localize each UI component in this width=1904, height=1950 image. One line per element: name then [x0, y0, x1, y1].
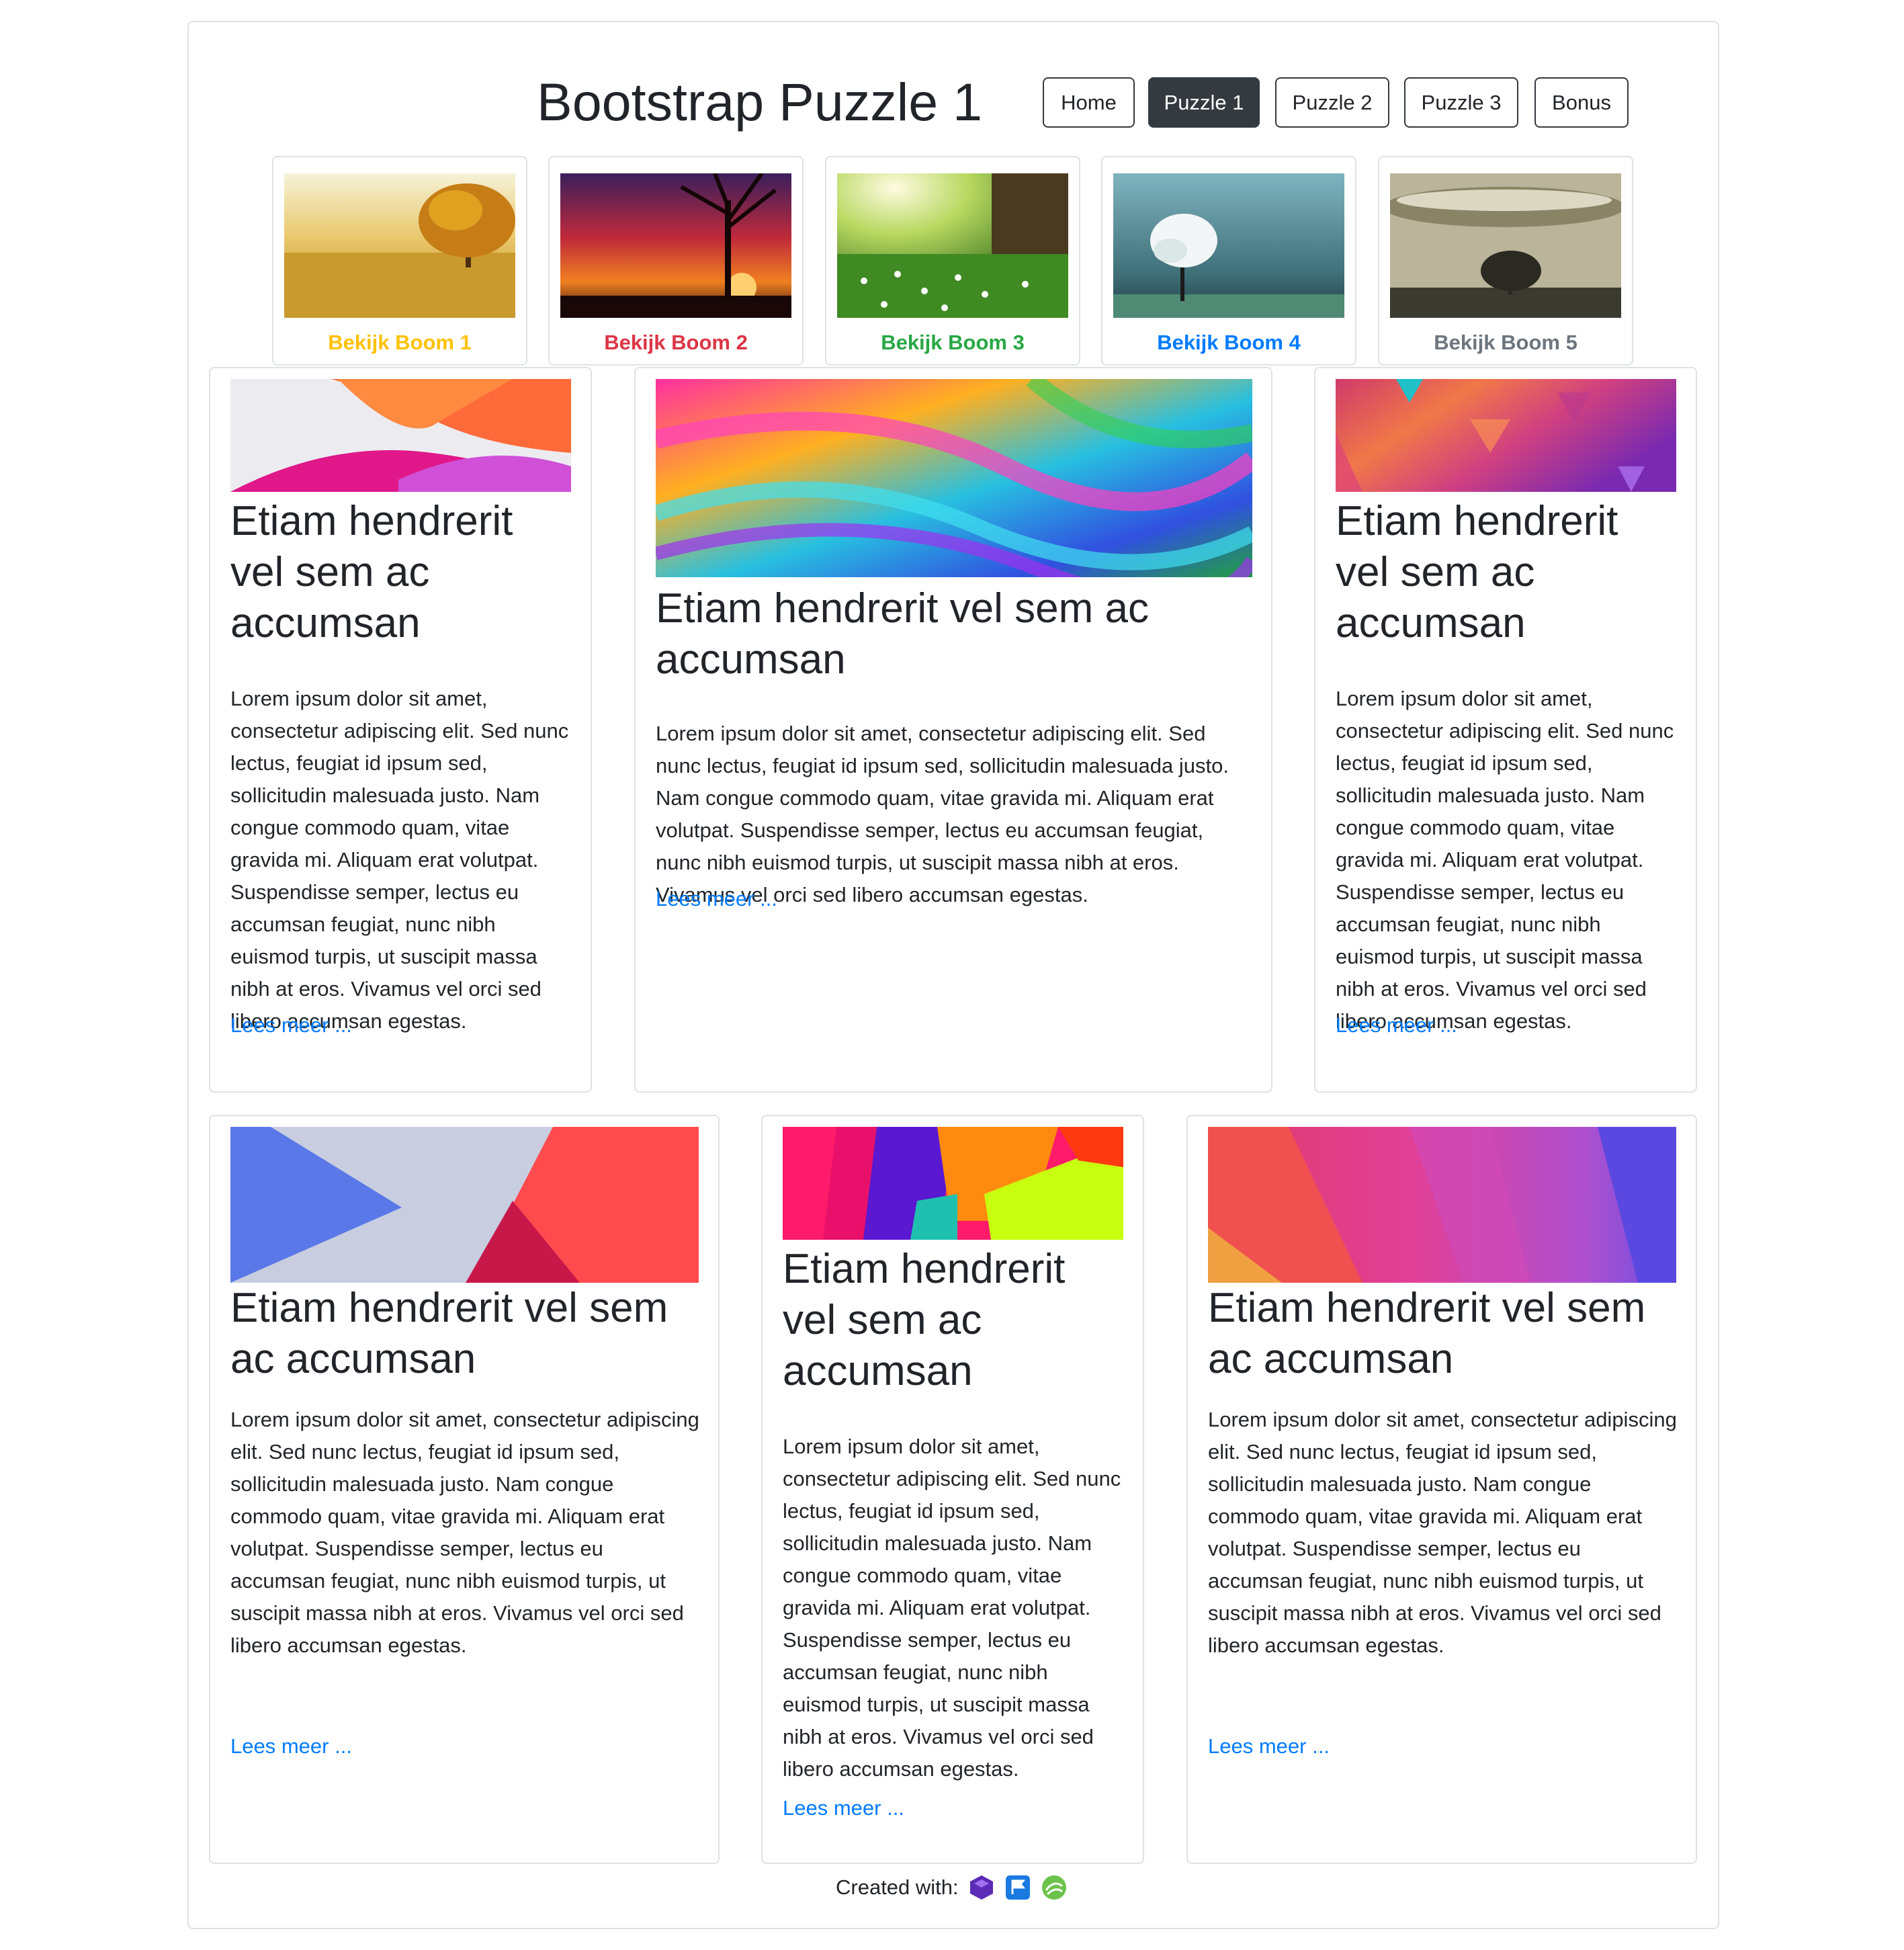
- read-more-link[interactable]: Lees meer ...: [230, 1012, 352, 1039]
- tree-caption-4: Bekijk Boom 4: [1157, 331, 1301, 354]
- article-card-4: Etiam hendrerit vel sem ac accumsan Lore…: [209, 1115, 720, 1864]
- article-card-5: Etiam hendrerit vel sem ac accumsan Lore…: [761, 1115, 1144, 1864]
- tree-thumbnail-2[interactable]: Bekijk Boom 2: [548, 156, 804, 366]
- tree-thumbnail-3[interactable]: Bekijk Boom 3: [825, 156, 1080, 366]
- nav-puzzle-1[interactable]: Puzzle 1: [1148, 77, 1260, 128]
- article-card-3: Etiam hendrerit vel sem ac accumsan Lore…: [1314, 367, 1697, 1093]
- read-more-link[interactable]: Lees meer ...: [1208, 1733, 1330, 1760]
- tree-caption-1: Bekijk Boom 1: [328, 331, 472, 354]
- card-text: Lorem ipsum dolor sit amet, consectetur …: [783, 1435, 1121, 1781]
- page-title: Bootstrap Puzzle 1: [537, 72, 983, 132]
- card-image-6: [1208, 1127, 1676, 1283]
- card-text: Lorem ipsum dolor sit amet, consectetur …: [230, 1408, 699, 1657]
- bootstrap-studio-icon[interactable]: [968, 1874, 995, 1901]
- nav-bonus[interactable]: Bonus: [1534, 77, 1629, 128]
- tree-image-4: [1113, 173, 1344, 318]
- tree-image-1: [284, 173, 515, 318]
- read-more-link[interactable]: Lees meer ...: [783, 1795, 904, 1822]
- card-heading: Etiam hendrerit vel sem ac accumsan: [1336, 498, 1618, 646]
- card-heading: Etiam hendrerit vel sem ac accumsan: [1208, 1285, 1646, 1382]
- read-more-link[interactable]: Lees meer ...: [230, 1733, 352, 1760]
- card-text: Lorem ipsum dolor sit amet, consectetur …: [1336, 687, 1674, 1033]
- article-card-1: Etiam hendrerit vel sem ac accumsan Lore…: [209, 367, 592, 1093]
- tree-image-5: [1390, 173, 1621, 318]
- card-text: Lorem ipsum dolor sit amet, consectetur …: [1208, 1408, 1677, 1657]
- card-heading: Etiam hendrerit vel sem ac accumsan: [656, 585, 1149, 683]
- tree-thumbnail-4[interactable]: Bekijk Boom 4: [1101, 156, 1356, 366]
- page-container: Bootstrap Puzzle 1 Home Puzzle 1 Puzzle …: [187, 21, 1719, 1929]
- tree-thumbnail-5[interactable]: Bekijk Boom 5: [1378, 156, 1633, 366]
- nav-home[interactable]: Home: [1043, 77, 1135, 128]
- tree-thumbnail-1[interactable]: Bekijk Boom 1: [272, 156, 527, 366]
- card-image-1: [230, 379, 571, 492]
- article-card-6: Etiam hendrerit vel sem ac accumsan Lore…: [1186, 1115, 1697, 1864]
- tree-caption-5: Bekijk Boom 5: [1434, 331, 1577, 354]
- tree-image-2: [560, 173, 791, 318]
- tree-caption-2: Bekijk Boom 2: [604, 331, 748, 354]
- green-logo-icon[interactable]: [1041, 1874, 1068, 1901]
- nav-puzzle-3[interactable]: Puzzle 3: [1404, 77, 1518, 128]
- nav-puzzle-2[interactable]: Puzzle 2: [1275, 77, 1389, 128]
- card-image-3: [1336, 379, 1676, 492]
- card-image-5: [783, 1127, 1123, 1240]
- tree-caption-3: Bekijk Boom 3: [881, 331, 1025, 354]
- footer: Created with:: [836, 1873, 1068, 1902]
- read-more-link[interactable]: Lees meer ...: [656, 886, 777, 913]
- card-text: Lorem ipsum dolor sit amet, consectetur …: [230, 687, 569, 1033]
- card-image-4: [230, 1127, 699, 1283]
- card-heading: Etiam hendrerit vel sem ac accumsan: [783, 1246, 1066, 1394]
- read-more-link[interactable]: Lees meer ...: [1336, 1012, 1457, 1039]
- card-image-2: [656, 379, 1252, 577]
- card-heading: Etiam hendrerit vel sem ac accumsan: [230, 1285, 668, 1382]
- tree-image-3: [837, 173, 1068, 318]
- article-card-2: Etiam hendrerit vel sem ac accumsan Lore…: [634, 367, 1272, 1093]
- footer-label: Created with:: [836, 1875, 959, 1899]
- card-heading: Etiam hendrerit vel sem ac accumsan: [230, 498, 513, 646]
- flag-app-icon[interactable]: [1004, 1874, 1031, 1901]
- card-text: Lorem ipsum dolor sit amet, consectetur …: [656, 722, 1229, 906]
